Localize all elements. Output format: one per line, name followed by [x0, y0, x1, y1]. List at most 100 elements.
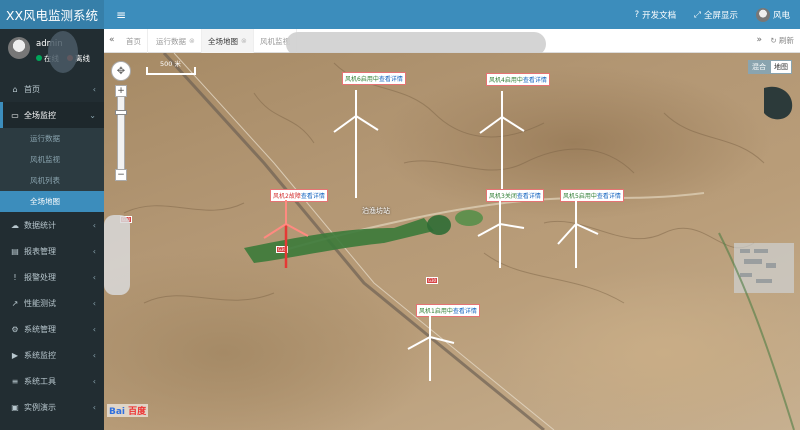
baidu-logo-text: Bai: [109, 407, 126, 417]
turbine-name: 风机6: [345, 76, 361, 83]
chevron-left-icon: ‹: [92, 324, 96, 334]
docs-label: 开发文档: [642, 10, 677, 21]
header-username: 风电: [772, 10, 790, 21]
turbine-name: 风机4: [489, 77, 505, 84]
sidebar-item-label: 系统管理: [24, 324, 56, 334]
fullscreen-label: 全屏显示: [703, 10, 738, 21]
baidu-logo[interactable]: Bai 百度: [107, 404, 149, 417]
gear-icon: ⚙: [11, 324, 19, 334]
sidebar-item-label: 首页: [24, 84, 40, 94]
chevron-left-icon: ‹: [92, 350, 96, 360]
refresh-label: 刷新: [779, 36, 794, 45]
sidebar-item-label: 全场监控: [24, 110, 56, 120]
zoom-slider-track[interactable]: [117, 87, 125, 181]
submenu-item-site-map[interactable]: 全场地图: [0, 191, 104, 212]
user-menu[interactable]: 风电: [755, 7, 790, 22]
wind-turbine-alarm-icon[interactable]: [256, 196, 316, 316]
sidebar-item-performance[interactable]: ↗ 性能测试 ‹: [0, 290, 104, 316]
tab-home[interactable]: 首页: [120, 29, 148, 53]
sidebar-item-demo[interactable]: ▣ 实例演示 ‹: [0, 394, 104, 420]
map-type-hybrid[interactable]: 混合: [748, 60, 770, 74]
sidebar-item-system-monitor[interactable]: ▶ 系统监控 ‹: [0, 342, 104, 368]
avatar: [755, 7, 770, 22]
tab-label: 全场地图: [208, 36, 238, 46]
submenu-item-run-data[interactable]: 运行数据: [0, 128, 104, 149]
turbine-label[interactable]: 风机4启用中查看详情: [486, 73, 550, 86]
map-pan-control[interactable]: ✥: [111, 61, 131, 81]
tab-bar: « 首页 运行数据 ⊗ 全场地图 ⊗ 风机监视 » ↻ 刷新: [104, 29, 800, 56]
wind-turbine-icon[interactable]: [326, 88, 386, 208]
submenu-item-turbine-list[interactable]: 风机列表: [0, 170, 104, 191]
sidebar-item-reports[interactable]: ▤ 报表管理 ‹: [0, 238, 104, 264]
tab-label: 运行数据: [156, 36, 186, 46]
user-avatar: [8, 37, 30, 59]
cloud-icon: ☁: [11, 220, 19, 230]
wind-turbine-icon[interactable]: [400, 309, 460, 429]
tab-site-map[interactable]: 全场地图 ⊗: [202, 29, 254, 53]
screen-icon: ▣: [11, 402, 19, 412]
turbine-detail-link[interactable]: 查看详情: [523, 77, 547, 84]
wind-turbine-icon[interactable]: [470, 196, 530, 316]
video-icon: ▶: [11, 350, 19, 360]
refresh-button[interactable]: ↻ 刷新: [770, 35, 794, 46]
sidebar-item-label: 报表管理: [24, 246, 56, 256]
tabs-scroll-left-icon[interactable]: «: [109, 35, 115, 45]
menu-toggle-icon[interactable]: ≡: [116, 8, 126, 22]
tab-label: 首页: [126, 36, 141, 46]
list-icon: ≡: [11, 376, 19, 386]
turbine-detail-link[interactable]: 查看详情: [379, 76, 403, 83]
home-icon: ⌂: [12, 84, 18, 94]
map-type-map[interactable]: 地图: [770, 60, 792, 74]
fullscreen-button[interactable]: ⤢ 全屏显示: [694, 9, 738, 21]
chevron-left-icon: ‹: [92, 376, 96, 386]
tabs-scroll-right-icon[interactable]: »: [756, 35, 762, 45]
sidebar: XX风电监测系统 admin 在线 离线 ⌂ 首页 ‹ ▭ 全场监控 ⌄ 运行数…: [0, 0, 104, 430]
chevron-down-icon: ⌄: [89, 110, 96, 120]
close-icon[interactable]: ⊗: [189, 37, 195, 45]
chevron-left-icon: ‹: [92, 272, 96, 282]
sidebar-item-label: 报警处理: [24, 272, 56, 282]
sidebar-item-label: 数据统计: [24, 220, 56, 230]
submenu-item-turbine-watch[interactable]: 风机监视: [0, 149, 104, 170]
refresh-icon: ↻: [770, 36, 777, 45]
sidebar-item-label: 性能测试: [24, 298, 56, 308]
fullscreen-icon: ⤢: [694, 9, 701, 20]
top-header: ≡ ? 开发文档 ⤢ 全屏显示 风电: [104, 0, 800, 29]
zoom-out-button[interactable]: −: [115, 169, 127, 181]
sidebar-item-alarm[interactable]: ! 报警处理 ‹: [0, 264, 104, 290]
sidebar-item-label: 实例演示: [24, 402, 56, 412]
zoom-in-button[interactable]: +: [115, 85, 127, 97]
question-icon: ?: [634, 9, 640, 20]
app-logo[interactable]: XX风电监测系统: [0, 0, 104, 29]
monitor-icon: ▭: [11, 110, 19, 120]
turbine-status: 启用中: [360, 76, 379, 83]
close-icon[interactable]: ⊗: [241, 37, 247, 45]
zoom-slider-handle[interactable]: [115, 110, 127, 115]
satellite-map[interactable]: ✥ + − 500 米 混合 地图 泊渔坊站 G30 G30 G30 风机6启用…: [104, 53, 800, 430]
road-tag: G30: [426, 277, 438, 284]
sidebar-item-statistics[interactable]: ☁ 数据统计 ‹: [0, 212, 104, 238]
sidebar-item-system-admin[interactable]: ⚙ 系统管理 ‹: [0, 316, 104, 342]
header-right: ? 开发文档 ⤢ 全屏显示 风电: [635, 0, 790, 29]
wind-turbine-icon[interactable]: [546, 196, 606, 316]
turbine-label[interactable]: 风机6启用中查看详情: [342, 72, 406, 85]
map-scale-label: 500 米: [160, 60, 181, 68]
chevron-left-icon: ‹: [92, 246, 96, 256]
docs-link[interactable]: ? 开发文档: [635, 9, 677, 21]
alarm-icon: !: [13, 272, 17, 282]
chevron-left-icon: ‹: [92, 298, 96, 308]
tab-run-data[interactable]: 运行数据 ⊗: [150, 29, 202, 53]
sidebar-item-system-tools[interactable]: ≡ 系统工具 ‹: [0, 368, 104, 394]
sidebar-item-label: 系统监控: [24, 350, 56, 360]
user-panel: admin 在线 离线: [0, 29, 104, 76]
map-type-switch: 混合 地图: [748, 60, 792, 74]
baidu-logo-suffix: 百度: [128, 407, 147, 417]
document-icon: ▤: [11, 246, 19, 256]
chart-icon: ↗: [11, 298, 19, 308]
map-scale-bar: [146, 67, 196, 75]
chevron-left-icon: ‹: [92, 402, 96, 412]
chevron-left-icon: ‹: [92, 220, 96, 230]
sidebar-item-home[interactable]: ⌂ 首页 ‹: [0, 76, 104, 102]
sidebar-item-site-monitor[interactable]: ▭ 全场监控 ⌄: [0, 102, 104, 128]
chevron-left-icon: ‹: [92, 84, 96, 94]
